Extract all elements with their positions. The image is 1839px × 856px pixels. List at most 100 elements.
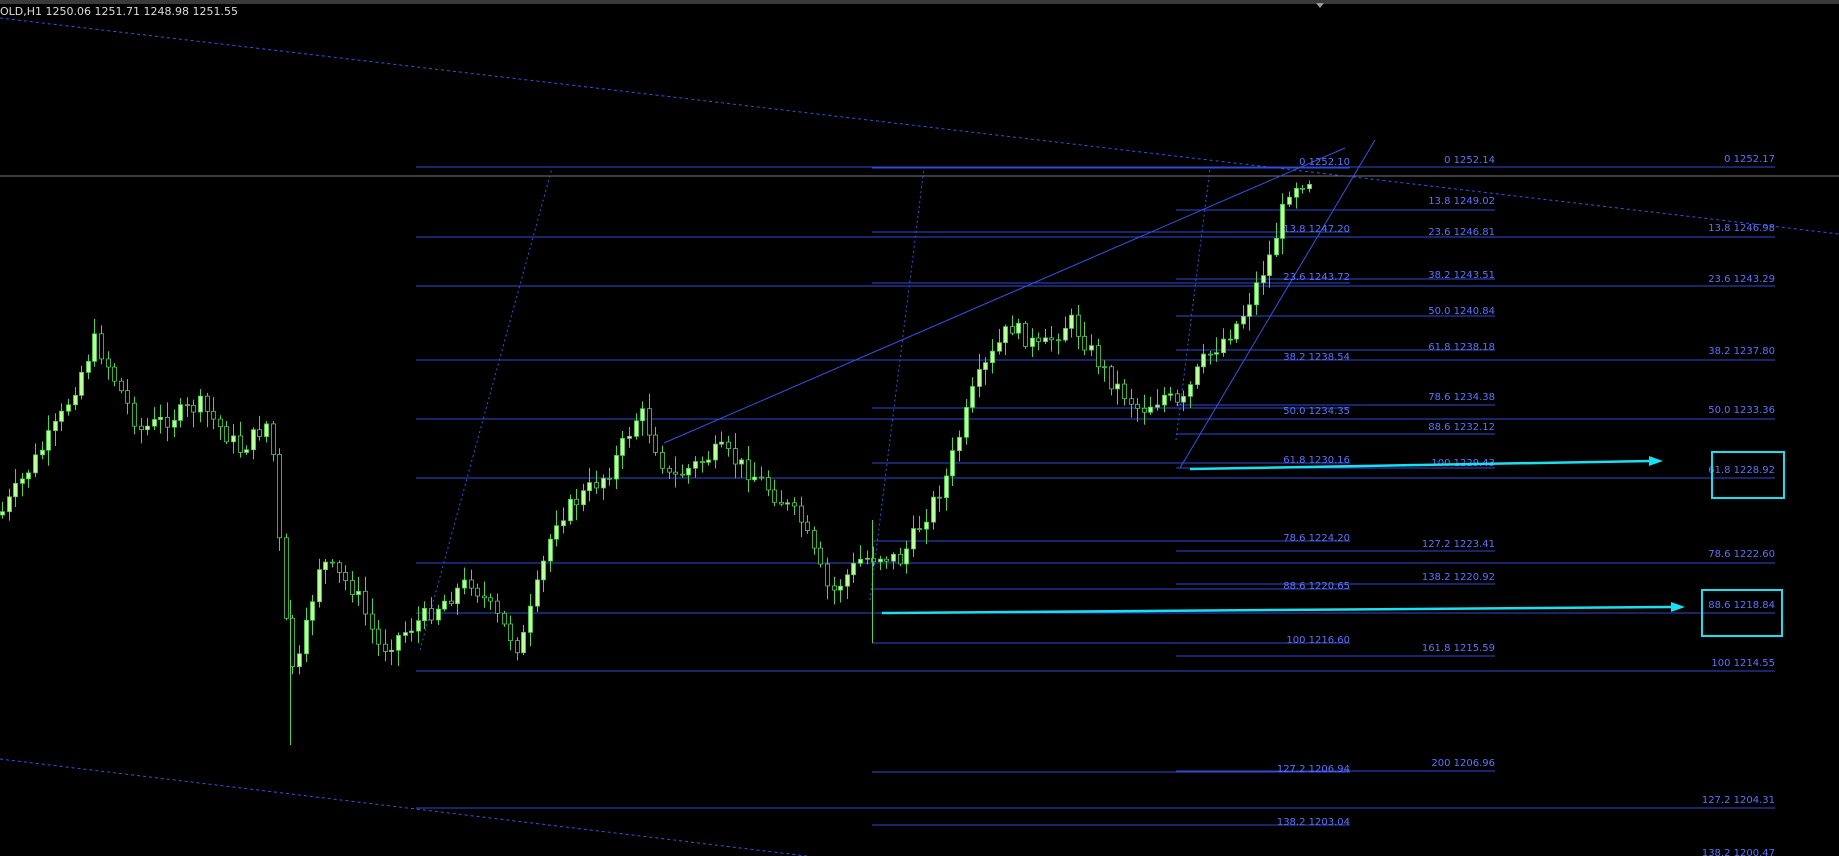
candle-body (1241, 315, 1246, 325)
candle-body (845, 574, 850, 587)
candle-body (950, 450, 955, 477)
candle-body (832, 585, 837, 591)
candle-body (1261, 275, 1266, 284)
candle-body (785, 502, 790, 505)
candle-body (673, 471, 678, 475)
candle-body (277, 454, 282, 539)
candle-body (739, 459, 744, 465)
candle-body (818, 547, 823, 565)
fib-level-label: 38.2 1237.80 (1708, 346, 1775, 357)
candle-body (607, 477, 612, 480)
candle-body (205, 395, 210, 412)
candle-body (990, 350, 995, 364)
candle-body (304, 619, 309, 655)
candle-body (211, 410, 216, 420)
candle-body (1181, 395, 1186, 403)
fib-level-label: 50.0 1240.84 (1428, 306, 1495, 317)
candle-body (99, 333, 104, 360)
fib-level-label: 0 1252.14 (1444, 155, 1495, 166)
candle-body (271, 423, 276, 455)
candle-body (548, 538, 553, 562)
chart-shift-handle-icon[interactable] (1316, 3, 1324, 8)
candle-body (1082, 335, 1087, 351)
candle-body (647, 408, 652, 436)
fib-level-label: 138.2 1220.92 (1422, 572, 1495, 583)
candle-body (403, 632, 408, 636)
candle-body (1208, 353, 1213, 356)
candle-body (356, 590, 361, 595)
fib-level-label: 61.8 1230.16 (1283, 455, 1350, 466)
candle-body (13, 482, 18, 498)
candle-body (554, 525, 559, 540)
candle-body (601, 477, 606, 489)
candle-body (884, 558, 889, 562)
candle-body (26, 472, 31, 480)
candle-body (660, 452, 665, 469)
fib-level-label: 13.8 1249.02 (1428, 196, 1495, 207)
candle-body (502, 612, 507, 625)
candle-body (1307, 184, 1312, 190)
candle-body (970, 386, 975, 408)
candle-body (112, 366, 117, 382)
candle-body (1175, 393, 1180, 403)
fibonacci-labels: 13.8 1247.20 23.6 1243.72 38.2 1238.54 50.0… (1277, 154, 1775, 856)
candle-body (1036, 337, 1041, 343)
fib-diagonal (419, 167, 553, 651)
candle-body (713, 443, 718, 461)
candle-body (1063, 327, 1068, 341)
candle-body (1287, 196, 1292, 205)
fib-level-label: 23.6 1243.72 (1283, 272, 1350, 283)
candle-body (53, 421, 58, 431)
candle-body (508, 623, 513, 642)
candle-body (284, 537, 289, 619)
candle-body (422, 608, 427, 622)
price-chart[interactable]: 13.8 1247.20 23.6 1243.72 38.2 1238.54 50.0… (0, 0, 1839, 856)
candle-body (218, 418, 223, 428)
candle-body (521, 631, 526, 654)
candle-body (904, 548, 909, 565)
candle-body (640, 408, 645, 422)
candle-body (330, 561, 335, 564)
candle-body (1155, 404, 1160, 408)
fib-level-label: 13.8 1247.20 (1283, 224, 1350, 235)
fib-level-label: 23.6 1243.29 (1708, 274, 1775, 285)
candle-body (634, 420, 639, 437)
candle-body (73, 394, 78, 406)
candle-body (264, 423, 269, 437)
fib-level-label: 127.2 1204.31 (1702, 795, 1775, 806)
candle-body (851, 562, 856, 576)
candle-body (436, 608, 441, 621)
candle-body (310, 601, 315, 621)
candle-body (1030, 337, 1035, 347)
fib-level-label: 61.8 1228.92 (1708, 465, 1775, 476)
candle-body (389, 649, 394, 652)
candle-body (1195, 366, 1200, 386)
candle-body (898, 553, 903, 565)
candle-body (33, 454, 38, 474)
candle-body (733, 448, 738, 465)
candle-body (752, 476, 757, 481)
fib-level-label: 100 1214.55 (1711, 658, 1775, 669)
candle-body (1188, 384, 1193, 397)
candle-body (1254, 282, 1259, 306)
arrow-head-icon (1649, 456, 1663, 466)
candle-body (7, 496, 12, 513)
candle-body (106, 358, 111, 368)
fib-level-label: 161.8 1215.59 (1422, 643, 1495, 654)
candle-body (515, 640, 520, 654)
candle-body (535, 579, 540, 607)
candle-body (1122, 383, 1127, 400)
candle-body (541, 560, 546, 581)
fib-level-label: 88.6 1218.84 (1708, 600, 1775, 611)
candle-body (119, 380, 124, 392)
candle-body (574, 498, 579, 506)
fib-level-label: 127.2 1223.41 (1422, 539, 1495, 550)
fib-level-label: 0 1252.17 (1724, 154, 1775, 165)
candle-body (937, 496, 942, 499)
candle-body (0, 511, 5, 516)
candle-body (1162, 394, 1167, 406)
trend-line (663, 147, 1346, 444)
candle-body (383, 643, 388, 652)
target-arrow-line (881, 605, 1674, 615)
candle-body (1023, 322, 1028, 347)
